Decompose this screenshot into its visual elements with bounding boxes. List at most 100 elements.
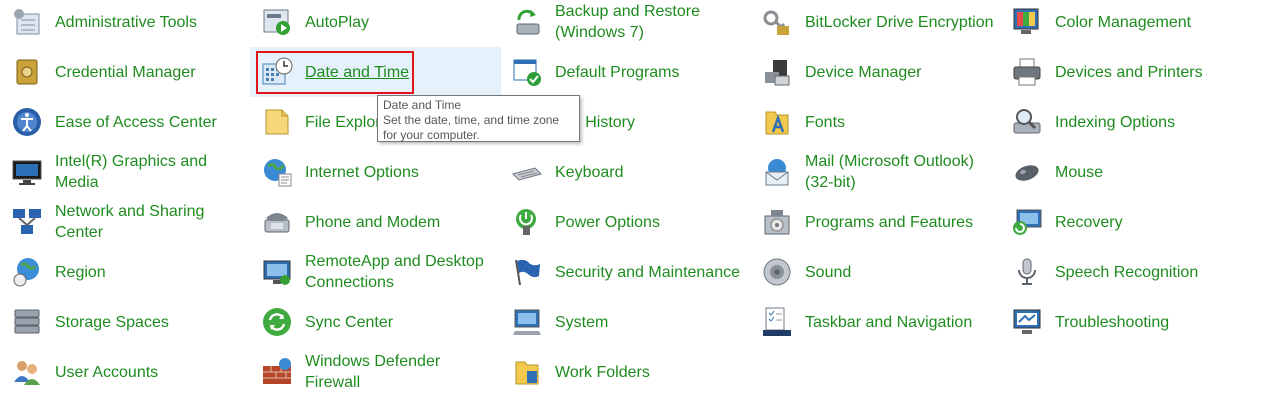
item-label: Internet Options bbox=[305, 163, 419, 181]
item-label: Intel(R) Graphics and Media bbox=[55, 153, 208, 191]
item-label: Date and Time bbox=[305, 63, 410, 81]
item-mouse[interactable]: Mouse bbox=[1000, 147, 1245, 197]
item-date-and-time[interactable]: Date and Time bbox=[250, 47, 501, 97]
item-autoplay[interactable]: AutoPlay bbox=[250, 0, 495, 47]
device-manager-icon bbox=[760, 55, 794, 89]
item-label: Troubleshooting bbox=[1055, 313, 1170, 331]
item-label: System bbox=[555, 313, 609, 331]
folder-options-icon bbox=[260, 105, 294, 139]
item-mail[interactable]: Mail (Microsoft Outlook) (32-bit) bbox=[750, 147, 995, 197]
item-color-management[interactable]: Color Management bbox=[1000, 0, 1245, 47]
recovery-icon bbox=[1010, 205, 1044, 239]
item-work-folders[interactable]: Work Folders bbox=[500, 347, 745, 397]
item-label: Power Options bbox=[555, 213, 660, 231]
item-label: Speech Recognition bbox=[1055, 263, 1199, 281]
storage-drives-icon bbox=[10, 305, 44, 339]
admin-tools-icon bbox=[10, 5, 44, 39]
item-region[interactable]: Region bbox=[0, 247, 245, 297]
item-sound[interactable]: Sound bbox=[750, 247, 995, 297]
intel-graphics-icon bbox=[10, 155, 44, 189]
item-administrative-tools[interactable]: Administrative Tools bbox=[0, 0, 245, 47]
item-programs-features[interactable]: Programs and Features bbox=[750, 197, 995, 247]
item-bitlocker[interactable]: BitLocker Drive Encryption bbox=[750, 0, 995, 47]
item-label: Storage Spaces bbox=[55, 313, 169, 331]
users-icon bbox=[10, 355, 44, 389]
item-ease-of-access[interactable]: Ease of Access Center bbox=[0, 97, 245, 147]
tooltip-title: Date and Time bbox=[383, 98, 462, 112]
item-label: Mail (Microsoft Outlook) (32-bit) bbox=[805, 153, 974, 191]
power-icon bbox=[510, 205, 544, 239]
globe-clock-icon bbox=[10, 255, 44, 289]
item-label: Indexing Options bbox=[1055, 113, 1176, 131]
troubleshooting-icon bbox=[1010, 305, 1044, 339]
item-label: Credential Manager bbox=[55, 63, 196, 81]
item-label: Fonts bbox=[805, 113, 846, 131]
item-recovery[interactable]: Recovery bbox=[1000, 197, 1245, 247]
item-sync-center[interactable]: Sync Center bbox=[250, 297, 495, 347]
tooltip: Date and Time Set the date, time, and ti… bbox=[377, 95, 580, 142]
item-security-maintenance[interactable]: Security and Maintenance bbox=[500, 247, 745, 297]
item-intel-graphics[interactable]: Intel(R) Graphics and Media bbox=[0, 147, 245, 197]
item-default-programs[interactable]: Default Programs bbox=[500, 47, 745, 97]
item-label: Ease of Access Center bbox=[55, 113, 217, 131]
phone-icon bbox=[260, 205, 294, 239]
item-label: Phone and Modem bbox=[305, 213, 441, 231]
internet-globe-icon bbox=[260, 155, 294, 189]
item-taskbar-navigation[interactable]: Taskbar and Navigation bbox=[750, 297, 995, 347]
bitlocker-keys-icon bbox=[760, 5, 794, 39]
item-storage-spaces[interactable]: Storage Spaces bbox=[0, 297, 245, 347]
firewall-icon bbox=[260, 355, 294, 389]
item-label: Backup and Restore (Windows 7) bbox=[555, 3, 700, 41]
item-device-manager[interactable]: Device Manager bbox=[750, 47, 995, 97]
taskbar-icon bbox=[760, 305, 794, 339]
item-label: Administrative Tools bbox=[55, 13, 197, 31]
autoplay-icon bbox=[260, 5, 294, 39]
network-icon bbox=[10, 205, 44, 239]
item-troubleshooting[interactable]: Troubleshooting bbox=[1000, 297, 1245, 347]
item-credential-manager[interactable]: Credential Manager bbox=[0, 47, 245, 97]
item-label: Network and Sharing Center bbox=[55, 203, 205, 241]
printer-icon bbox=[1010, 55, 1044, 89]
indexing-icon bbox=[1010, 105, 1044, 139]
item-indexing-options[interactable]: Indexing Options bbox=[1000, 97, 1245, 147]
tooltip-description: Set the date, time, and time zone for yo… bbox=[383, 113, 560, 142]
keyboard-icon bbox=[510, 155, 544, 189]
microphone-icon bbox=[1010, 255, 1044, 289]
programs-icon bbox=[760, 205, 794, 239]
item-label: Keyboard bbox=[555, 163, 624, 181]
calendar-clock-icon bbox=[260, 55, 294, 89]
item-label: Sound bbox=[805, 263, 852, 281]
backup-icon bbox=[510, 5, 544, 39]
color-management-icon bbox=[1010, 5, 1044, 39]
control-panel-grid: Administrative Tools Credential Manager … bbox=[0, 0, 1278, 409]
item-phone-modem[interactable]: Phone and Modem bbox=[250, 197, 495, 247]
item-label: Work Folders bbox=[555, 363, 650, 381]
fonts-icon bbox=[760, 105, 794, 139]
item-label: File History bbox=[555, 113, 636, 131]
flag-icon bbox=[510, 255, 544, 289]
item-keyboard[interactable]: Keyboard bbox=[500, 147, 745, 197]
work-folders-icon bbox=[510, 355, 544, 389]
item-devices-printers[interactable]: Devices and Printers bbox=[1000, 47, 1245, 97]
default-programs-icon bbox=[510, 55, 544, 89]
item-label: User Accounts bbox=[55, 363, 159, 381]
item-label: BitLocker Drive Encryption bbox=[805, 13, 994, 31]
item-user-accounts[interactable]: User Accounts bbox=[0, 347, 245, 397]
item-power-options[interactable]: Power Options bbox=[500, 197, 745, 247]
item-label: Mouse bbox=[1055, 163, 1104, 181]
item-internet-options[interactable]: Internet Options bbox=[250, 147, 495, 197]
remote-desktop-icon bbox=[260, 255, 294, 289]
item-network-sharing[interactable]: Network and Sharing Center bbox=[0, 197, 245, 247]
item-fonts[interactable]: Fonts bbox=[750, 97, 995, 147]
item-label: Devices and Printers bbox=[1055, 63, 1203, 81]
item-label: Device Manager bbox=[805, 63, 922, 81]
item-windows-firewall[interactable]: Windows Defender Firewall bbox=[250, 347, 495, 397]
speaker-icon bbox=[760, 255, 794, 289]
item-remoteapp[interactable]: RemoteApp and Desktop Connections bbox=[250, 247, 495, 297]
ease-of-access-icon bbox=[10, 105, 44, 139]
item-label: Sync Center bbox=[305, 313, 394, 331]
item-backup-restore[interactable]: Backup and Restore (Windows 7) bbox=[500, 0, 745, 47]
item-speech-recognition[interactable]: Speech Recognition bbox=[1000, 247, 1245, 297]
item-system[interactable]: System bbox=[500, 297, 745, 347]
mail-icon bbox=[760, 155, 794, 189]
